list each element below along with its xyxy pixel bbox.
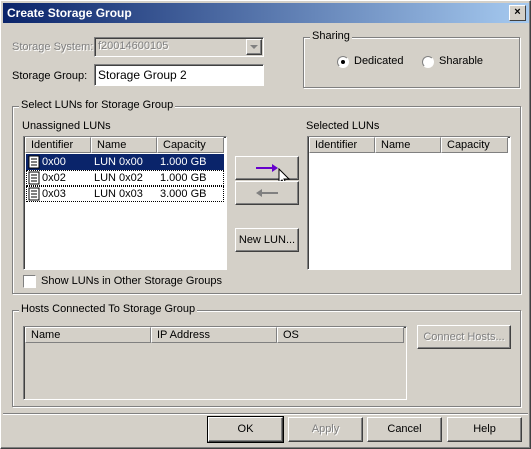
window-title: Create Storage Group [7, 6, 132, 20]
cancel-label: Cancel [387, 423, 422, 435]
unassigned-luns-label: Unassigned LUNs [22, 120, 111, 132]
dropdown-button[interactable] [246, 39, 262, 55]
col-name[interactable]: Name [91, 137, 157, 153]
radio-dedicated[interactable] [337, 56, 349, 68]
remove-lun-button[interactable] [235, 181, 299, 205]
storage-group-input[interactable]: Storage Group 2 [94, 64, 264, 86]
radio-sharable[interactable] [422, 56, 434, 68]
sharing-group: Sharing Dedicated Sharable [303, 30, 520, 88]
lun-name: LUN 0x03 [94, 188, 143, 200]
radio-dedicated-label: Dedicated [354, 55, 404, 67]
storage-system-value: f20014600105 [98, 40, 169, 52]
lun-capacity: 1.000 GB [160, 172, 207, 184]
apply-button[interactable]: Apply [288, 417, 363, 442]
new-lun-button[interactable]: New LUN... [235, 228, 299, 252]
sharing-title: Sharing [310, 30, 352, 42]
help-label: Help [473, 423, 496, 435]
add-lun-button[interactable] [235, 156, 299, 187]
storage-group-value: Storage Group 2 [98, 68, 187, 82]
col-host-name[interactable]: Name [25, 327, 151, 343]
lun-row[interactable]: 0x02 LUN 0x02 1.000 GB [26, 170, 224, 186]
lun-row[interactable]: 0x03 LUN 0x03 3.000 GB [26, 186, 224, 202]
help-button[interactable]: Help [447, 417, 522, 442]
connect-hosts-label: Connect Hosts... [423, 331, 505, 343]
disk-icon [28, 171, 40, 185]
radio-sharable-label: Sharable [439, 55, 484, 67]
disk-icon [28, 187, 40, 201]
apply-label: Apply [311, 423, 340, 435]
lun-group-title: Select LUNs for Storage Group [19, 99, 176, 111]
storage-group-label: Storage Group: [12, 70, 88, 82]
selected-luns-list[interactable]: Identifier Name Capacity [307, 136, 511, 270]
ok-label: OK [237, 423, 254, 435]
cancel-button[interactable]: Cancel [367, 417, 442, 442]
lun-capacity: 1.000 GB [160, 156, 207, 168]
hosts-group-title: Hosts Connected To Storage Group [19, 303, 198, 315]
lun-identifier: 0x02 [42, 172, 66, 184]
col-ip-address[interactable]: IP Address [151, 327, 277, 343]
arrow-left-icon [256, 189, 278, 197]
hosts-group: Hosts Connected To Storage Group Name IP… [12, 303, 521, 407]
lun-name: LUN 0x02 [94, 172, 143, 184]
close-button[interactable]: × [509, 5, 526, 21]
storage-system-label: Storage System: [12, 41, 94, 53]
connect-hosts-button[interactable]: Connect Hosts... [417, 325, 511, 349]
hosts-list[interactable]: Name IP Address OS [23, 326, 407, 400]
unassigned-luns-list[interactable]: Identifier Name Capacity 0x00 LUN 0x00 1… [23, 136, 227, 270]
selected-luns-label: Selected LUNs [306, 120, 380, 132]
chevron-down-icon [250, 45, 258, 49]
lun-selection-group: Select LUNs for Storage Group Unassigned… [12, 99, 521, 294]
lun-row[interactable]: 0x00 LUN 0x00 1.000 GB [26, 154, 224, 170]
show-other-groups-label: Show LUNs in Other Storage Groups [41, 275, 222, 287]
col-capacity[interactable]: Capacity [157, 137, 224, 153]
storage-system-select[interactable]: f20014600105 [94, 37, 264, 57]
col-identifier[interactable]: Identifier [25, 137, 91, 153]
title-bar: Create Storage Group × [3, 3, 529, 23]
lun-identifier: 0x03 [42, 188, 66, 200]
disk-icon [28, 155, 40, 169]
col-os[interactable]: OS [277, 327, 404, 343]
lun-capacity: 3.000 GB [160, 188, 207, 200]
ok-button[interactable]: OK [207, 416, 284, 443]
col-name[interactable]: Name [375, 137, 441, 153]
create-storage-group-dialog: Create Storage Group × Storage System: f… [0, 0, 531, 449]
col-capacity[interactable]: Capacity [441, 137, 508, 153]
divider [3, 413, 528, 415]
lun-name: LUN 0x00 [94, 156, 143, 168]
new-lun-label: New LUN... [238, 234, 296, 246]
col-identifier[interactable]: Identifier [309, 137, 375, 153]
show-other-groups-checkbox[interactable] [23, 275, 36, 288]
lun-identifier: 0x00 [42, 156, 66, 168]
